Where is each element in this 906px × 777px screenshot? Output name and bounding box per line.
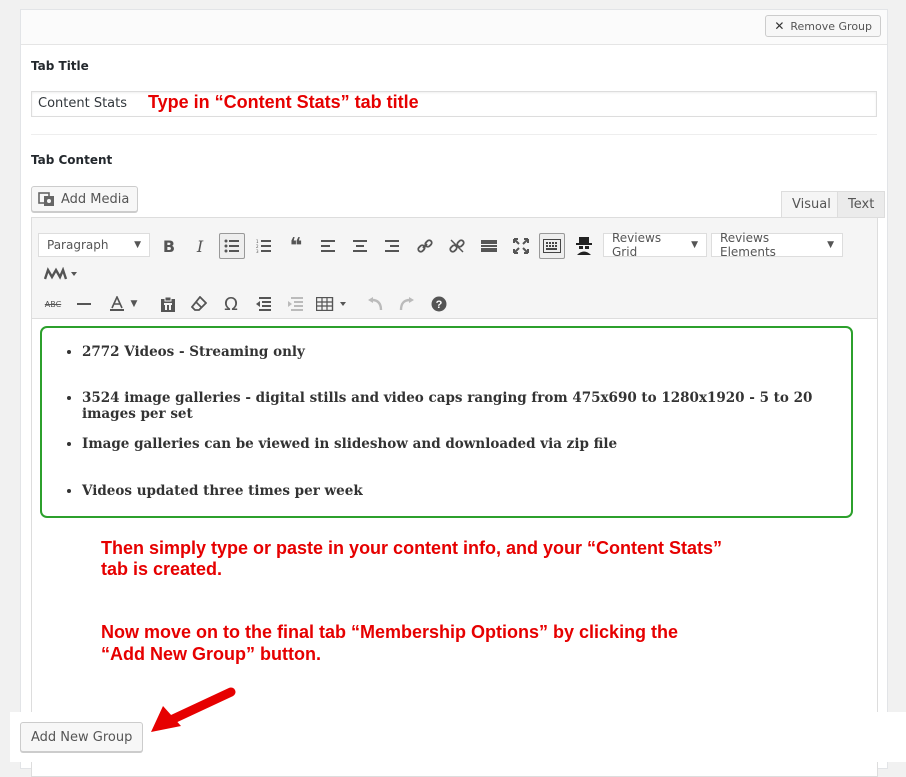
list-item: 3524 image galleries - digital stills an… [82,390,851,422]
remove-group-label: Remove Group [790,19,872,33]
chevron-down-icon: ▼ [691,240,698,250]
undo-icon[interactable] [362,291,388,317]
toolbar-row-1b [32,261,877,287]
reviews-grid-select[interactable]: Reviews Grid ▼ [603,231,707,259]
format-select[interactable]: Paragraph ▼ [38,233,150,257]
arrow-icon [151,687,236,732]
fullscreen-icon[interactable] [508,233,534,259]
media-icon [38,192,54,206]
reviews-grid-label: Reviews Grid [612,231,662,259]
table-icon[interactable] [314,291,352,317]
align-left-icon[interactable] [315,233,341,259]
format-select-value: Paragraph [47,238,109,252]
reviews-elements-label: Reviews Elements [720,231,776,259]
close-icon: ✕ [774,19,785,33]
remove-group-button[interactable]: ✕ Remove Group [765,15,881,37]
tab-text[interactable]: Text [837,191,886,218]
link-icon[interactable] [412,233,438,259]
group-panel: ✕ Remove Group Tab Title Content Stats T… [20,9,888,777]
redo-icon[interactable] [394,291,420,317]
numbered-list-icon[interactable]: 123 [251,233,277,259]
tab-visual[interactable]: Visual [781,191,842,218]
list-item: Image galleries can be viewed in slidesh… [82,436,617,452]
add-media-button[interactable]: Add Media [31,186,139,212]
toolbar-row-1: Paragraph ▼ B I 123 ❝ Reviews Grid ▼ Rev… [32,231,877,263]
italic-icon[interactable]: I [187,233,213,259]
editor-toolbar: Paragraph ▼ B I 123 ❝ Reviews Grid ▼ Rev… [32,218,877,319]
chevron-down-icon: ▼ [134,240,141,250]
toolbar-row-2: ABC ▼ Ω ? [32,291,877,317]
horizontal-line-icon[interactable] [71,291,97,317]
content-hint-line1: Then simply type or paste in your conten… [101,538,723,558]
content-highlight-box: 2772 Videos - Streaming only 3524 image … [40,326,853,518]
add-media-label: Add Media [61,191,130,207]
special-character-icon[interactable]: Ω [218,291,244,317]
list-item: Videos updated three times per week [82,483,363,499]
help-icon[interactable]: ? [426,291,452,317]
spy-icon[interactable] [571,233,597,259]
svg-text:3: 3 [256,249,259,253]
next-hint-line1: Now move on to the final tab “Membership… [101,622,679,642]
bullet-list-icon[interactable] [219,233,245,259]
chevron-down-icon[interactable]: ▼ [126,291,142,317]
chevron-down-icon: ▼ [827,240,834,250]
group-header: ✕ Remove Group [21,10,887,45]
unlink-icon[interactable] [444,233,470,259]
list-item: 2772 Videos - Streaming only [82,344,305,360]
bold-icon[interactable]: B [156,233,182,259]
read-more-icon[interactable] [476,233,502,259]
svg-text:?: ? [436,299,443,311]
title-hint: Type in “Content Stats” tab title [148,92,419,112]
outdent-icon[interactable] [250,291,276,317]
tab-content-label: Tab Content [31,153,113,167]
paste-text-icon[interactable] [155,291,181,317]
align-right-icon[interactable] [379,233,405,259]
divider [31,134,877,135]
tab-title-label: Tab Title [31,59,89,73]
mashshare-icon[interactable] [42,261,82,287]
strikethrough-icon[interactable]: ABC [40,291,66,317]
toolbar-toggle-icon[interactable] [539,233,565,259]
reviews-elements-select[interactable]: Reviews Elements ▼ [711,231,843,259]
add-new-group-button[interactable]: Add New Group [20,722,144,752]
align-center-icon[interactable] [347,233,373,259]
blockquote-icon[interactable]: ❝ [283,233,309,259]
next-hint-line2: “Add New Group” button. [101,644,321,664]
clear-formatting-icon[interactable] [186,291,212,317]
indent-icon[interactable] [282,291,308,317]
content-hint-line2: tab is created. [101,559,223,579]
